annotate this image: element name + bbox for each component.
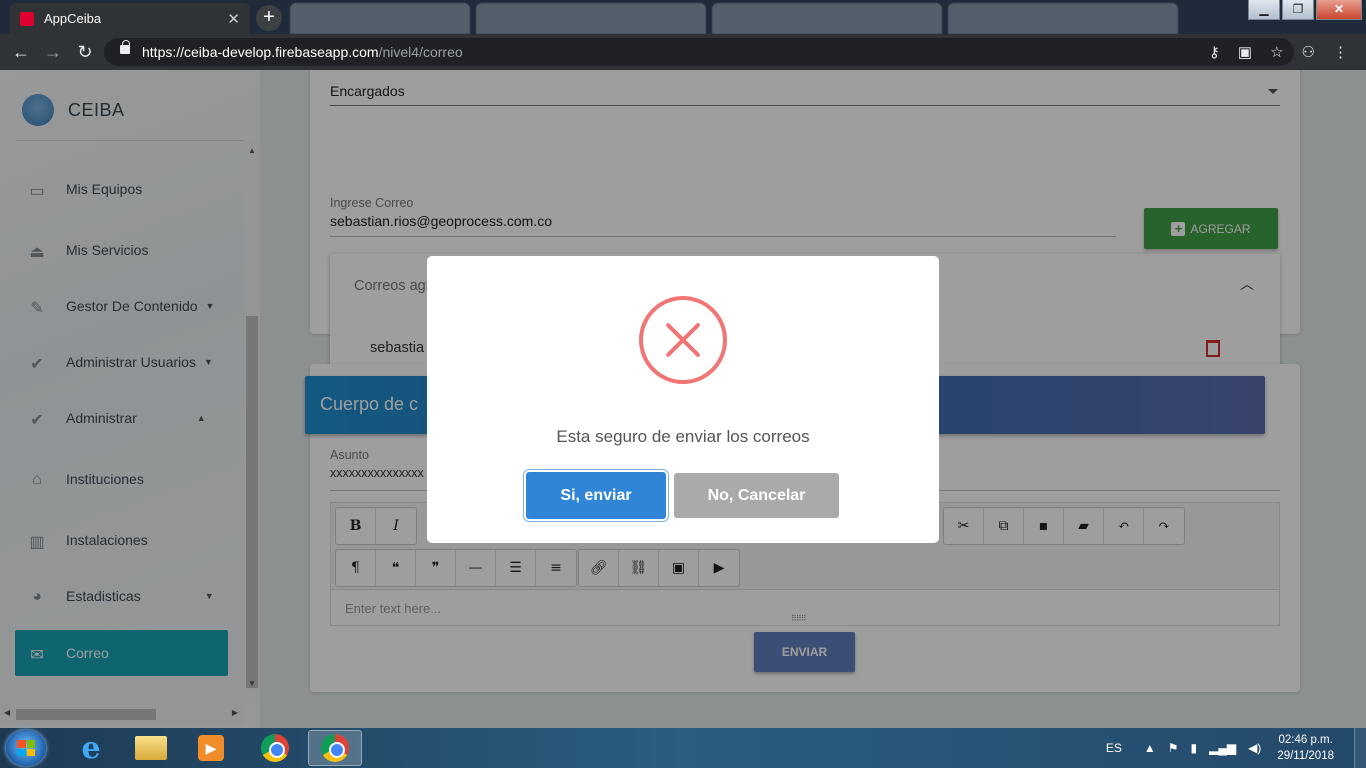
chrome-active-icon[interactable] — [308, 730, 362, 766]
new-tab-button[interactable]: + — [256, 5, 282, 31]
forward-icon[interactable]: → — [42, 41, 64, 63]
os-taskbar: e ▶ ES ▲ ⚑ ▮ ▂▄▆ ◀) 02:46 p.m. 29/11/201… — [0, 728, 1366, 768]
menu-icon[interactable]: ⋮ — [1333, 43, 1348, 61]
maximize-icon[interactable]: ❐ — [1282, 0, 1314, 20]
translate-icon[interactable]: ▣ — [1238, 43, 1252, 61]
browser-tab-inactive[interactable] — [290, 3, 470, 34]
url-path: /nivel4/correo — [378, 44, 463, 60]
tray-expand-icon[interactable]: ▲ — [1144, 741, 1156, 755]
system-tray: ES ▲ ⚑ ▮ ▂▄▆ ◀) 02:46 p.m. 29/11/2018 — [1100, 728, 1366, 768]
url-host: https://ceiba-develop.firebaseapp.com — [142, 44, 379, 60]
back-icon[interactable]: ← — [10, 41, 32, 63]
tab-title: AppCeiba — [44, 11, 102, 26]
media-player-icon[interactable]: ▶ — [184, 730, 238, 766]
key-icon[interactable]: ⚷ — [1209, 43, 1220, 61]
confirm-send-button[interactable]: Si, enviar — [526, 472, 666, 519]
cancel-button[interactable]: No, Cancelar — [674, 473, 839, 518]
window-controls: ▁ ❐ ✕ — [1246, 0, 1362, 20]
power-icon[interactable]: ▮ — [1190, 741, 1197, 755]
browser-tab-active[interactable]: AppCeiba ✕ — [10, 3, 250, 34]
browser-tab-bar: AppCeiba ✕ + ▁ ❐ ✕ — [0, 0, 1366, 34]
clock-date: 29/11/2018 — [1277, 750, 1334, 762]
flag-icon[interactable]: ⚑ — [1168, 741, 1179, 755]
chrome-logo-icon — [321, 734, 349, 762]
browser-tab-inactive[interactable] — [948, 3, 1178, 34]
address-bar-icons: ⚷ ▣ ☆ ⚇ ⋮ — [1209, 43, 1348, 61]
star-icon[interactable]: ☆ — [1270, 43, 1283, 61]
window-close-icon[interactable]: ✕ — [1316, 0, 1362, 20]
url-field[interactable]: https://ceiba-develop.firebaseapp.com/ni… — [104, 38, 1294, 66]
angular-icon — [20, 11, 34, 26]
dialog-message: Esta seguro de enviar los correos — [556, 427, 810, 446]
confirm-dialog: Esta seguro de enviar los correos Si, en… — [427, 256, 939, 543]
address-bar-row: ← → ↻ https://ceiba-develop.firebaseapp.… — [0, 34, 1366, 70]
windows-logo-icon — [17, 740, 35, 756]
folder-icon[interactable] — [124, 730, 178, 766]
error-icon — [639, 296, 727, 384]
clock-time: 02:46 p.m. — [1278, 734, 1333, 746]
close-icon[interactable]: ✕ — [227, 10, 240, 28]
incognito-icon[interactable]: ⚇ — [1302, 43, 1315, 61]
lock-icon — [120, 40, 130, 54]
clock[interactable]: 02:46 p.m. 29/11/2018 — [1277, 732, 1334, 764]
ie-icon[interactable]: e — [64, 730, 118, 766]
browser-tab-inactive[interactable] — [476, 3, 706, 34]
minimize-icon[interactable]: ▁ — [1248, 0, 1280, 20]
network-icon[interactable]: ▂▄▆ — [1209, 741, 1236, 755]
volume-icon[interactable]: ◀) — [1248, 741, 1261, 755]
language-indicator[interactable]: ES — [1106, 741, 1122, 755]
reload-icon[interactable]: ↻ — [74, 41, 96, 63]
chrome-logo-icon — [261, 734, 289, 762]
browser-tab-inactive[interactable] — [712, 3, 942, 34]
chrome-icon[interactable] — [248, 730, 302, 766]
show-desktop-button[interactable] — [1354, 728, 1366, 768]
start-button[interactable] — [6, 730, 46, 766]
page: CEIBA ▭ Mis Equipos ⏏ Mis Servicios ✎ Ge… — [0, 70, 1366, 728]
